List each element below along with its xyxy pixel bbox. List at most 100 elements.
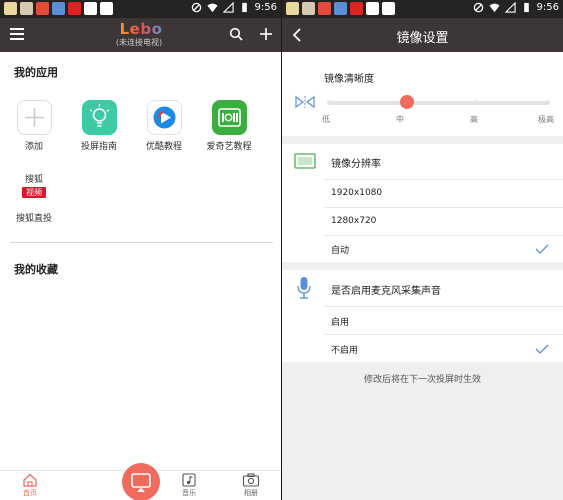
resolution-option-auto[interactable]: 自动	[282, 236, 563, 262]
mirror-icon	[295, 95, 315, 109]
clarity-slider-track[interactable]	[329, 101, 548, 105]
status-bar: 9:56	[0, 0, 281, 18]
iqiyi-icon	[211, 100, 247, 135]
slider-stop	[327, 100, 332, 105]
slider-stop	[545, 100, 550, 105]
option-label: 1280x720	[331, 216, 377, 226]
notification-app-icon	[84, 2, 97, 15]
app-label: 搜狐直投	[15, 214, 52, 224]
notification-app-icon	[318, 2, 331, 15]
notification-app-icon	[4, 2, 17, 15]
screen-icon	[294, 153, 316, 169]
app-add[interactable]: 添加	[4, 100, 64, 152]
option-label: 启用	[331, 318, 350, 328]
section-divider	[10, 242, 273, 243]
notification-app-icon	[302, 2, 315, 15]
clock: 9:56	[536, 2, 559, 13]
signal-icon	[222, 2, 234, 13]
cast-button[interactable]	[122, 463, 160, 500]
notification-app-icon	[52, 2, 65, 15]
notification-app-icon	[100, 2, 113, 15]
resolution-option-1080[interactable]: 1920x1080	[282, 180, 563, 208]
section-gap	[282, 136, 563, 144]
youku-icon	[146, 100, 182, 135]
system-status: 9:56	[473, 2, 559, 13]
app-label: 添加	[24, 142, 43, 152]
clarity-tick-medium: 中	[396, 115, 404, 124]
tab-home[interactable]: 首页	[10, 473, 50, 498]
connection-status: (未连接电视)	[115, 38, 163, 47]
option-label: 自动	[331, 246, 350, 256]
sohu-logo-bottom: 视频	[22, 187, 46, 198]
microphone-option-enable[interactable]: 启用	[282, 307, 563, 334]
clock: 9:56	[254, 2, 277, 13]
tab-music[interactable]: 音乐	[169, 473, 209, 498]
home-app-bar: Lebo (未连接电视)	[0, 18, 281, 52]
notification-app-icon	[20, 2, 33, 15]
tab-label: 相册	[244, 489, 258, 497]
home-panel: 9:56 Lebo (未连接电视) 我的应用 添加 投屏指南 优酷教程 爱奇艺教…	[0, 0, 281, 500]
check-icon	[535, 344, 549, 354]
lightbulb-icon	[81, 100, 117, 135]
sohu-logo-top: 搜狐	[24, 175, 43, 185]
no-sim-icon	[473, 2, 483, 13]
notification-app-icon	[382, 2, 395, 15]
sohu-icon: 搜狐 视频	[16, 172, 52, 207]
notification-icons	[4, 2, 113, 15]
notification-app-icon	[36, 2, 49, 15]
microphone-icon	[297, 277, 311, 299]
tab-label: 首页	[23, 489, 37, 497]
mirror-settings-panel: 9:56 镜像设置 镜像清晰度 低 中 高 极高 镜像分辨率 1920x1080…	[282, 0, 563, 500]
signal-icon	[504, 2, 516, 13]
favorites-title: 我的收藏	[14, 263, 58, 276]
microphone-option-disable[interactable]: 不启用	[282, 335, 563, 362]
clarity-tick-very-high: 极高	[538, 115, 554, 124]
clarity-slider-thumb[interactable]	[400, 95, 414, 109]
option-label: 1920x1080	[331, 188, 383, 198]
my-apps-title: 我的应用	[14, 66, 58, 79]
microphone-title: 是否启用麦克风采集声音	[331, 286, 441, 297]
notification-app-icon	[350, 2, 363, 15]
menu-icon[interactable]	[10, 28, 24, 40]
notification-icons	[286, 2, 395, 15]
wifi-icon	[206, 3, 218, 13]
clarity-tick-high: 高	[470, 115, 478, 124]
resolution-option-720[interactable]: 1280x720	[282, 208, 563, 235]
battery-icon	[241, 2, 247, 13]
no-sim-icon	[191, 2, 201, 13]
notification-app-icon	[366, 2, 379, 15]
lebo-logo: Lebo (未连接电视)	[116, 22, 166, 48]
app-sohu-cast[interactable]: 搜狐 视频 搜狐直投	[4, 172, 64, 224]
option-label: 不启用	[331, 346, 359, 356]
footer-note: 修改后将在下一次投屏时生效	[363, 375, 481, 385]
tab-photos[interactable]: 相册	[231, 473, 271, 498]
clarity-title: 镜像清晰度	[324, 74, 374, 85]
app-cast-guide[interactable]: 投屏指南	[69, 100, 129, 152]
check-icon	[535, 244, 549, 254]
app-iqiyi-tutorial[interactable]: 爱奇艺教程	[199, 100, 259, 152]
home-icon	[23, 473, 37, 487]
settings-app-bar: 镜像设置	[282, 18, 563, 52]
logo-text: Lebo	[116, 22, 166, 37]
search-icon[interactable]	[229, 27, 243, 41]
resolution-title: 镜像分辨率	[331, 159, 381, 170]
notification-app-icon	[68, 2, 81, 15]
status-bar: 9:56	[282, 0, 563, 18]
page-title: 镜像设置	[396, 31, 449, 46]
app-label: 投屏指南	[80, 142, 117, 152]
add-icon	[16, 100, 52, 135]
app-label: 优酷教程	[145, 142, 182, 152]
screen-root: 9:56 Lebo (未连接电视) 我的应用 添加 投屏指南 优酷教程 爱奇艺教…	[0, 0, 563, 500]
add-icon[interactable]	[259, 27, 273, 41]
notification-app-icon	[334, 2, 347, 15]
wifi-icon	[488, 3, 500, 13]
app-youku-tutorial[interactable]: 优酷教程	[134, 100, 194, 152]
tv-cast-icon	[131, 473, 151, 492]
tab-label: 音乐	[182, 489, 196, 497]
music-icon	[182, 473, 196, 487]
system-status: 9:56	[191, 2, 277, 13]
camera-icon	[242, 473, 260, 487]
clarity-tick-low: 低	[322, 115, 330, 124]
app-label: 爱奇艺教程	[206, 142, 252, 152]
battery-icon	[523, 2, 529, 13]
